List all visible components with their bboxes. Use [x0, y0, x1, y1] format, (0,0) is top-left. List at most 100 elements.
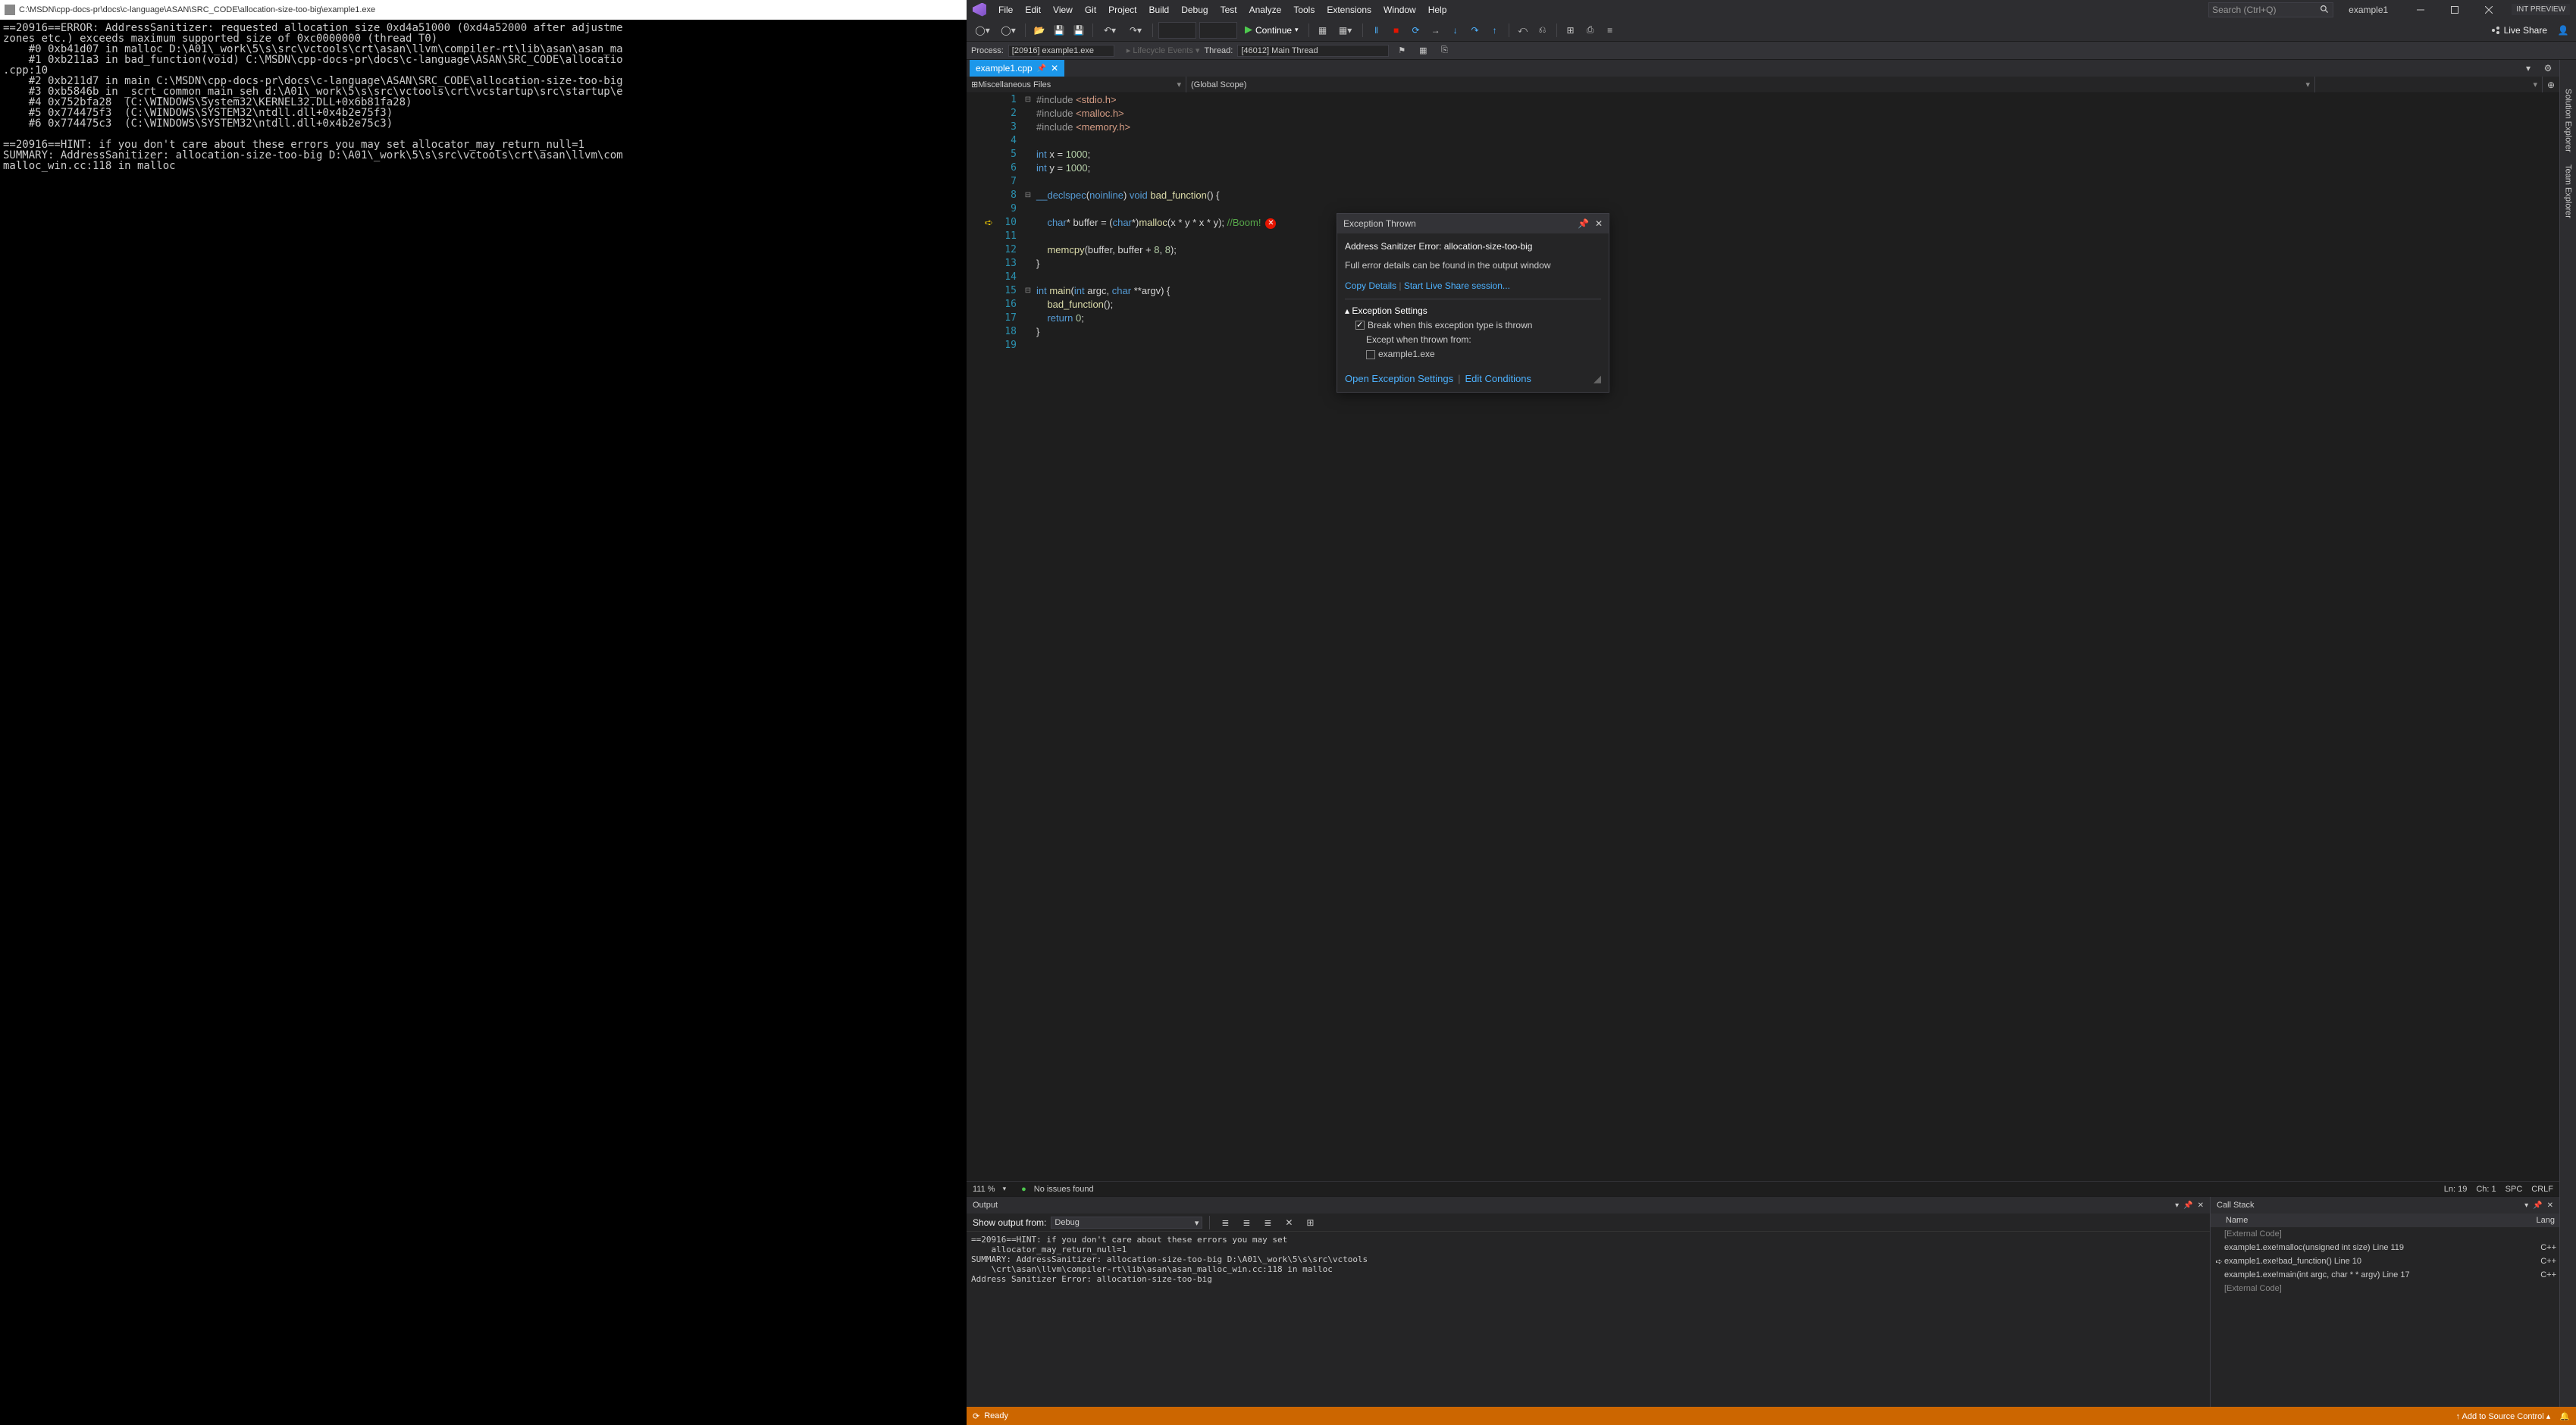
error-glyph-icon[interactable]: ✕ [1265, 218, 1276, 229]
menu-test[interactable]: Test [1214, 0, 1243, 19]
team-explorer-tab[interactable]: Team Explorer [2562, 158, 2574, 224]
open-button[interactable]: 📂 [1031, 22, 1048, 39]
nav-back-button[interactable]: ◯▾ [971, 22, 994, 39]
pin-icon[interactable]: 📌 [2183, 1201, 2192, 1210]
stack-frame-button[interactable]: ▦ [1415, 42, 1431, 59]
show-next-button[interactable]: → [1427, 22, 1444, 39]
menu-debug[interactable]: Debug [1175, 0, 1214, 19]
menu-build[interactable]: Build [1143, 0, 1176, 19]
tab-overflow-button[interactable]: ▾ [2520, 60, 2537, 77]
tab-example1[interactable]: example1.cpp 📌 ✕ [970, 60, 1064, 77]
nav-member-dropdown[interactable] [2315, 77, 2543, 92]
out-btn4[interactable]: ✕ [1280, 1214, 1297, 1231]
nav-fwd-button[interactable]: ◯▾ [997, 22, 1020, 39]
console-titlebar[interactable]: C:\MSDN\cpp-docs-pr\docs\c-language\ASAN… [0, 0, 967, 20]
menu-tools[interactable]: Tools [1287, 0, 1321, 19]
tb-btn-1[interactable]: ▦ [1315, 22, 1331, 39]
step-into-button[interactable]: ↓ [1447, 22, 1464, 39]
pin-icon[interactable]: 📌 [1037, 64, 1046, 73]
indent-mode[interactable]: SPC [2505, 1185, 2523, 1194]
resize-grip-icon[interactable]: ◢ [1594, 372, 1601, 386]
flag-button[interactable]: ⚑ [1393, 42, 1410, 59]
redo-button[interactable]: ↷▾ [1124, 22, 1147, 39]
dropdown-icon[interactable]: ▾ [2524, 1201, 2528, 1210]
dropdown-icon[interactable]: ▾ [2175, 1201, 2179, 1210]
search-input[interactable]: Search (Ctrl+Q) [2208, 2, 2333, 17]
pin-icon[interactable]: 📌 [2533, 1201, 2542, 1210]
tb-ic-b[interactable]: ⎌ [1534, 22, 1551, 39]
menu-analyze[interactable]: Analyze [1243, 0, 1288, 19]
output-source-dropdown[interactable]: Debug▾ [1051, 1217, 1202, 1229]
split-button[interactable]: ⊕ [2543, 77, 2559, 93]
callstack-header[interactable]: Call Stack ▾ 📌 ✕ [2211, 1197, 2559, 1214]
menu-window[interactable]: Window [1377, 0, 1422, 19]
no-issues-label[interactable]: No issues found [1034, 1185, 1094, 1194]
close-icon[interactable]: ✕ [1595, 217, 1603, 230]
nav-scope-dropdown[interactable]: (Global Scope) [1186, 77, 2315, 92]
maximize-button[interactable] [2437, 0, 2471, 19]
tb-btn-2[interactable]: ▦▾ [1334, 22, 1357, 39]
exception-settings-header[interactable]: ▴ Exception Settings [1345, 304, 1601, 318]
callstack-row[interactable]: [External Code] [2211, 1282, 2559, 1295]
tb-ic-c[interactable]: ⊞ [1562, 22, 1579, 39]
copy-details-link[interactable]: Copy Details [1345, 280, 1396, 291]
break-checkbox[interactable] [1355, 321, 1365, 330]
callstack-row[interactable]: ➪example1.exe!bad_function() Line 10C++ [2211, 1254, 2559, 1268]
output-header[interactable]: Output ▾ 📌 ✕ [967, 1197, 2210, 1214]
menu-help[interactable]: Help [1422, 0, 1453, 19]
callstack-columns[interactable]: Name Lang [2211, 1214, 2559, 1227]
stop-button[interactable]: ■ [1388, 22, 1405, 39]
notify-icon[interactable]: 🔔 [2559, 1411, 2570, 1421]
add-source-control-button[interactable]: ↑ Add to Source Control ▴ [2456, 1411, 2551, 1421]
config-combo[interactable] [1158, 22, 1196, 39]
process-combo[interactable]: [20916] example1.exe [1008, 45, 1114, 57]
menu-edit[interactable]: Edit [1019, 0, 1047, 19]
console-output[interactable]: ==20916==ERROR: AddressSanitizer: reques… [0, 20, 967, 1425]
start-live-share-link[interactable]: Start Live Share session... [1404, 280, 1510, 291]
minimize-button[interactable] [2403, 0, 2437, 19]
menu-view[interactable]: View [1047, 0, 1079, 19]
pin-icon[interactable]: 📌 [1578, 217, 1589, 230]
solution-explorer-tab[interactable]: Solution Explorer [2562, 83, 2574, 158]
tab-close-icon[interactable]: ✕ [1051, 63, 1058, 74]
platform-combo[interactable] [1199, 22, 1237, 39]
save-button[interactable]: 💾 [1051, 22, 1067, 39]
continue-button[interactable]: Continue ▾ [1240, 22, 1303, 39]
line-pos[interactable]: Ln: 19 [2444, 1185, 2468, 1194]
tb-ic-d[interactable]: ⎙ [1582, 22, 1599, 39]
menu-git[interactable]: Git [1079, 0, 1102, 19]
menu-project[interactable]: Project [1102, 0, 1142, 19]
feedback-button[interactable]: 👤 [2555, 22, 2571, 39]
menu-extensions[interactable]: Extensions [1321, 0, 1377, 19]
tb-ic-f[interactable]: ⎘ [1436, 42, 1453, 59]
lifecycle-button[interactable]: ▸ Lifecycle Events ▾ [1127, 45, 1200, 55]
step-out-button[interactable]: ↑ [1487, 22, 1503, 39]
nav-project-dropdown[interactable]: ⊞ Miscellaneous Files [967, 77, 1186, 92]
open-exception-settings-link[interactable]: Open Exception Settings [1345, 372, 1453, 386]
edit-conditions-link[interactable]: Edit Conditions [1465, 372, 1531, 386]
callstack-row[interactable]: example1.exe!malloc(unsigned int size) L… [2211, 1241, 2559, 1254]
callstack-row[interactable]: [External Code] [2211, 1227, 2559, 1241]
menu-file[interactable]: File [992, 0, 1019, 19]
close-icon[interactable]: ✕ [2547, 1201, 2553, 1210]
close-icon[interactable]: ✕ [2198, 1201, 2204, 1210]
pause-button[interactable]: ‖ [1368, 22, 1385, 39]
callstack-row[interactable]: example1.exe!main(int argc, char * * arg… [2211, 1268, 2559, 1282]
out-btn2[interactable]: ≣ [1238, 1214, 1255, 1231]
undo-button[interactable]: ↶▾ [1098, 22, 1121, 39]
out-btn3[interactable]: ≣ [1259, 1214, 1276, 1231]
close-button[interactable] [2471, 0, 2505, 19]
line-ending[interactable]: CRLF [2531, 1185, 2553, 1194]
out-btn5[interactable]: ⊞ [1302, 1214, 1318, 1231]
live-share-button[interactable]: Live Share [2486, 25, 2552, 36]
output-body[interactable]: ==20916==HINT: if you don't care about t… [967, 1232, 2210, 1407]
char-pos[interactable]: Ch: 1 [2476, 1185, 2496, 1194]
thread-combo[interactable]: [46012] Main Thread [1237, 45, 1389, 57]
exe-checkbox[interactable] [1366, 350, 1375, 359]
exception-titlebar[interactable]: Exception Thrown 📌 ✕ [1337, 214, 1609, 233]
zoom-level[interactable]: 111 % [973, 1185, 995, 1194]
save-all-button[interactable]: 💾 [1070, 22, 1087, 39]
tb-ic-e[interactable]: ≡ [1602, 22, 1619, 39]
code-editor[interactable]: 12345678910111213141516171819 ⊟⊟⊟ #inclu… [967, 93, 2559, 1181]
step-over-button[interactable]: ↷ [1467, 22, 1484, 39]
